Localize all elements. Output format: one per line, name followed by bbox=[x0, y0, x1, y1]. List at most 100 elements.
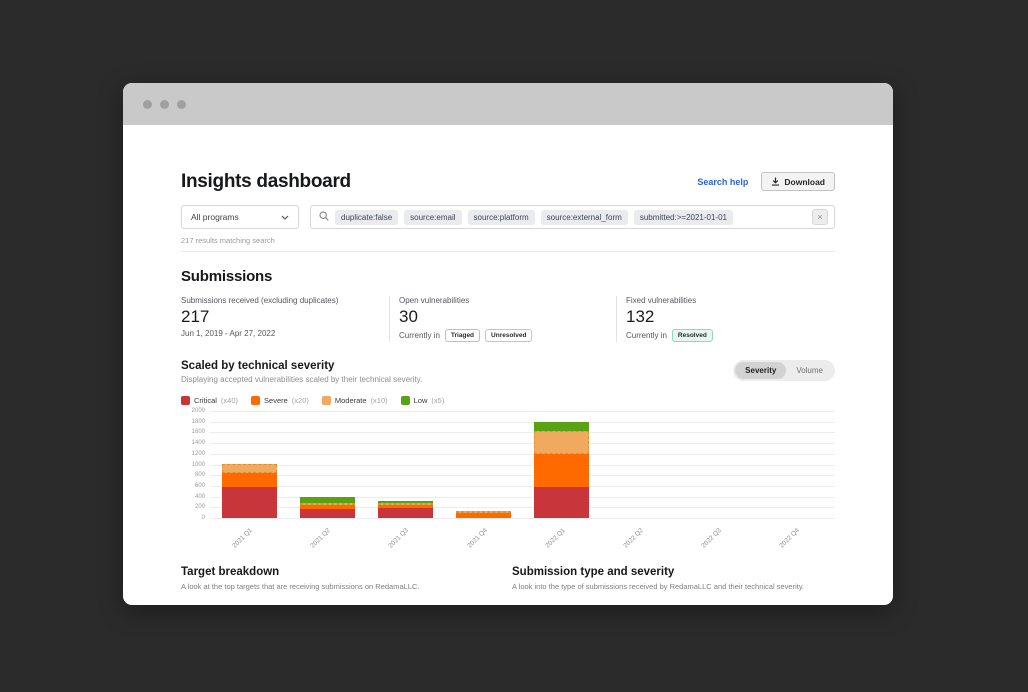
legend-label: Moderate bbox=[335, 396, 367, 405]
search-token-list: duplicate:false source:email source:platfo… bbox=[335, 210, 806, 225]
x-axis-tick-label: 2021 Q1 bbox=[231, 527, 254, 550]
section-description: A look at the top targets that are recei… bbox=[181, 582, 512, 591]
window-control-dot bbox=[177, 100, 186, 109]
x-axis-labels: 2021 Q1 2021 Q2 2021 Q3 2021 Q4 2022 Q1 2022 … bbox=[210, 518, 835, 548]
y-axis-tick-label: 1200 bbox=[181, 451, 205, 457]
legend-item[interactable]: Severe(x20) bbox=[251, 396, 309, 405]
legend-item[interactable]: Critical(x40) bbox=[181, 396, 238, 405]
stat-label: Open vulnerabilities bbox=[399, 296, 606, 305]
chart-bar bbox=[300, 411, 355, 518]
y-axis-tick-label: 0 bbox=[181, 515, 205, 521]
bar-segment-critical bbox=[222, 487, 277, 518]
chart-bar bbox=[222, 411, 277, 518]
bar-segment-critical bbox=[378, 508, 433, 518]
chart-slot bbox=[366, 411, 444, 518]
bar-segment-critical bbox=[300, 509, 355, 518]
y-axis-tick-label: 1600 bbox=[181, 429, 205, 435]
stat-sub-text: Currently in bbox=[626, 331, 667, 340]
search-token[interactable]: duplicate:false bbox=[335, 210, 398, 225]
chart-slot bbox=[288, 411, 366, 518]
search-input[interactable]: duplicate:false source:email source:platfo… bbox=[310, 205, 835, 229]
stat-status: Currently in TriagedUnresolved bbox=[399, 329, 606, 342]
bar-segment-moderate bbox=[534, 431, 589, 453]
bar-segment-critical bbox=[534, 487, 589, 518]
y-axis-tick-label: 800 bbox=[181, 472, 205, 478]
program-select[interactable]: All programs bbox=[181, 205, 299, 229]
section-description: A look into the type of submissions rece… bbox=[512, 582, 835, 591]
severity-chart: 0200400600800100012001400160018002000202… bbox=[181, 411, 835, 549]
stat-value: 132 bbox=[626, 307, 825, 327]
stat-date-range: Jun 1, 2019 - Apr 27, 2022 bbox=[181, 329, 379, 338]
legend-item[interactable]: Moderate (x10) bbox=[322, 396, 388, 405]
download-button[interactable]: Download bbox=[761, 172, 835, 191]
stat-value: 30 bbox=[399, 307, 606, 327]
chart-slot bbox=[757, 411, 835, 518]
y-axis-tick-label: 1000 bbox=[181, 462, 205, 468]
y-axis-tick-label: 2000 bbox=[181, 408, 205, 414]
legend-item[interactable]: Low(x5) bbox=[401, 396, 445, 405]
legend-swatch-icon bbox=[401, 396, 410, 405]
severity-heading: Scaled by technical severity bbox=[181, 360, 422, 372]
y-axis-tick-label: 1400 bbox=[181, 440, 205, 446]
status-badges: Resolved bbox=[672, 329, 713, 342]
bar-segment-moderate bbox=[222, 464, 277, 473]
status-badges: TriagedUnresolved bbox=[445, 329, 533, 342]
filter-row: All programs duplicate:false source:email… bbox=[181, 205, 835, 229]
bar-segment-severe bbox=[534, 454, 589, 487]
clear-search-button[interactable]: × bbox=[812, 209, 828, 225]
y-axis-tick-label: 200 bbox=[181, 504, 205, 510]
severity-section-header: Scaled by technical severity Displaying … bbox=[181, 360, 835, 384]
chart-bar bbox=[378, 411, 433, 518]
x-axis-tick-label: 2021 Q3 bbox=[388, 527, 411, 550]
header-actions: Search help Download bbox=[697, 172, 835, 191]
window-control-dot bbox=[143, 100, 152, 109]
chart-slot bbox=[444, 411, 522, 518]
stat-label: Fixed vulnerabilities bbox=[626, 296, 825, 305]
chevron-down-icon bbox=[281, 212, 289, 222]
window-titlebar bbox=[123, 83, 893, 125]
search-token[interactable]: source:email bbox=[404, 210, 461, 225]
legend-multiplier: (x5) bbox=[431, 396, 444, 405]
severity-volume-toggle: Severity Volume bbox=[733, 360, 835, 381]
section-divider bbox=[181, 251, 835, 252]
submissions-heading: Submissions bbox=[181, 268, 835, 285]
download-icon bbox=[771, 177, 780, 186]
legend-swatch-icon bbox=[322, 396, 331, 405]
toggle-volume[interactable]: Volume bbox=[786, 362, 833, 379]
stat-fixed-vulnerabilities: Fixed vulnerabilities 132 Currently in R… bbox=[616, 296, 835, 342]
search-token[interactable]: source:platform bbox=[468, 210, 535, 225]
chart-bar bbox=[456, 411, 511, 518]
search-token[interactable]: submitted:>=2021-01-01 bbox=[634, 210, 733, 225]
stat-open-vulnerabilities: Open vulnerabilities 30 Currently in Tri… bbox=[389, 296, 616, 342]
window-control-dot bbox=[160, 100, 169, 109]
stat-label: Submissions received (excluding duplicat… bbox=[181, 296, 379, 305]
legend-label: Low bbox=[414, 396, 428, 405]
section-heading: Target breakdown bbox=[181, 566, 512, 578]
search-token[interactable]: source:external_form bbox=[541, 210, 628, 225]
chart-bar bbox=[690, 411, 745, 518]
chart-slot bbox=[210, 411, 288, 518]
bar-segment-low bbox=[534, 422, 589, 431]
stat-status: Currently in Resolved bbox=[626, 329, 825, 342]
x-axis-tick-label: 2022 Q1 bbox=[544, 527, 567, 550]
chart-slot bbox=[523, 411, 601, 518]
results-count: 217 results matching search bbox=[181, 236, 835, 245]
x-axis-tick-label: 2021 Q4 bbox=[466, 527, 489, 550]
search-help-link[interactable]: Search help bbox=[697, 177, 748, 187]
stat-submissions-received: Submissions received (excluding duplicat… bbox=[181, 296, 389, 342]
legend-multiplier: (x10) bbox=[371, 396, 388, 405]
status-badge: Resolved bbox=[672, 329, 713, 342]
legend-multiplier: (x40) bbox=[221, 396, 238, 405]
download-label: Download bbox=[784, 177, 825, 187]
target-breakdown-section: Target breakdown A look at the top targe… bbox=[181, 566, 512, 591]
legend-multiplier: (x20) bbox=[292, 396, 309, 405]
toggle-severity[interactable]: Severity bbox=[735, 362, 786, 379]
x-axis-tick-label: 2022 Q3 bbox=[700, 527, 723, 550]
x-axis-tick-label: 2021 Q2 bbox=[310, 527, 333, 550]
program-select-value: All programs bbox=[191, 212, 239, 222]
chart-slot bbox=[601, 411, 679, 518]
bar-segment-severe bbox=[222, 473, 277, 487]
stat-value: 217 bbox=[181, 307, 379, 327]
y-axis-tick-label: 400 bbox=[181, 494, 205, 500]
legend-swatch-icon bbox=[251, 396, 260, 405]
